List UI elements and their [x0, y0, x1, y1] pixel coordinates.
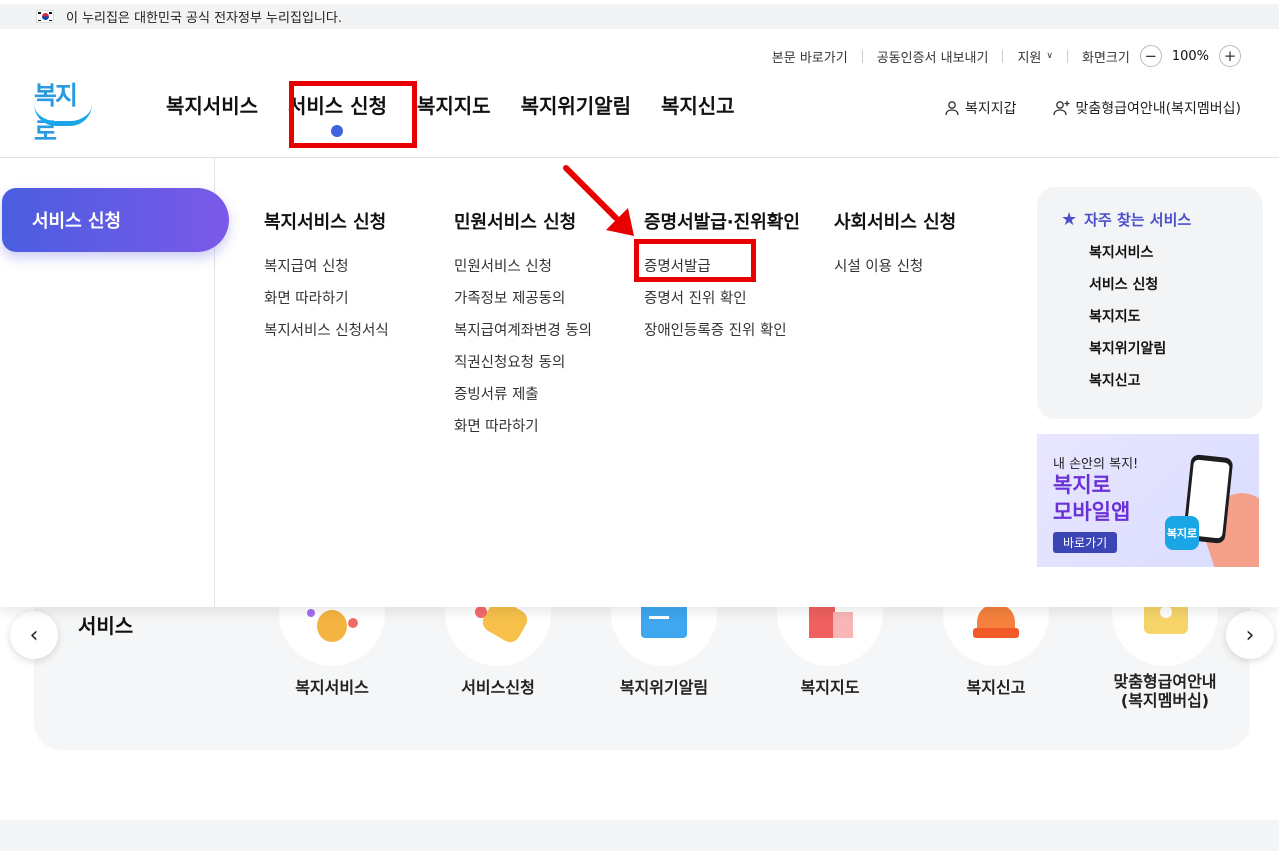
korea-flag-icon	[36, 10, 54, 23]
menu-column-title[interactable]: 사회서비스 신청	[834, 208, 956, 234]
menu-column-title[interactable]: 복지서비스 신청	[264, 208, 389, 234]
favorite-item[interactable]: 복지신고	[1089, 370, 1263, 402]
footer-band	[0, 820, 1279, 851]
site-logo[interactable]: 복지로	[30, 76, 96, 146]
menu-item[interactable]: 직권신청요청 동의	[454, 351, 592, 383]
wallet-link[interactable]: 복지지갑	[944, 98, 1017, 118]
divider	[1066, 49, 1068, 63]
favorite-item[interactable]: 복지위기알림	[1089, 338, 1263, 370]
favorite-item[interactable]: 서비스 신청	[1089, 274, 1263, 306]
zoom-out-button[interactable]: −	[1139, 45, 1162, 67]
header-links: 복지지갑 맞춤형급여안내(복지멤버십)	[908, 98, 1241, 118]
banner-title-line: 복지로	[1053, 473, 1111, 497]
favorites-title-text: 자주 찾는 서비스	[1084, 211, 1192, 229]
divider	[1002, 49, 1004, 63]
app-icon: 복지로	[1165, 516, 1199, 550]
menu-item[interactable]: 화면 따라하기	[454, 415, 592, 447]
gov-banner-text: 이 누리집은 대한민국 공식 전자정부 누리집입니다.	[66, 11, 342, 26]
service-label: 복지지도	[800, 678, 860, 697]
chevron-left-icon: ‹	[29, 622, 39, 648]
cert-export-link[interactable]: 공동인증서 내보내기	[877, 47, 989, 66]
screen-size-label: 화면크기	[1081, 50, 1130, 66]
mega-side-label[interactable]: 서비스 신청	[2, 188, 229, 252]
support-dropdown[interactable]: 지원 ∨	[1017, 47, 1053, 66]
wallet-label: 복지지갑	[964, 101, 1017, 117]
membership-link[interactable]: 맞춤형급여안내(복지멤버십)	[1052, 98, 1241, 118]
menu-item[interactable]: 증명서 진위 확인	[644, 287, 800, 319]
zoom-in-button[interactable]: +	[1219, 45, 1241, 67]
divider	[861, 49, 863, 63]
next-button[interactable]: ›	[1226, 611, 1274, 659]
menu-item[interactable]: 시설 이용 신청	[834, 255, 956, 287]
highlight-box-nav	[289, 81, 417, 148]
main-nav: 복지서비스 서비스 신청 복지지도 복지위기알림 복지신고	[166, 90, 765, 137]
zoom-value: 100%	[1171, 48, 1209, 64]
service-label: 서비스신청	[461, 678, 535, 697]
person-add-icon	[1052, 101, 1070, 116]
service-label: 복지위기알림	[619, 678, 709, 697]
menu-column-welfare-apply: 복지서비스 신청 복지급여 신청 화면 따라하기 복지서비스 신청서식	[264, 208, 389, 351]
nav-item-welfare-map[interactable]: 복지지도	[417, 90, 491, 119]
favorite-item[interactable]: 복지서비스	[1089, 242, 1263, 274]
menu-item[interactable]: 화면 따라하기	[264, 287, 389, 319]
utility-bar: 본문 바로가기 공동인증서 내보내기 지원 ∨ 화면크기 − 100% +	[772, 44, 1241, 68]
nav-item-crisis-alert[interactable]: 복지위기알림	[521, 90, 631, 119]
favorite-item[interactable]: 복지지도	[1089, 306, 1263, 338]
membership-label: 맞춤형급여안내(복지멤버십)	[1075, 101, 1241, 117]
menu-column-civil-apply: 민원서비스 신청 민원서비스 신청 가족정보 제공동의 복지급여계좌변경 동의 …	[454, 208, 592, 447]
nav-item-welfare-service[interactable]: 복지서비스	[166, 90, 258, 119]
menu-item[interactable]: 복지급여계좌변경 동의	[454, 319, 592, 351]
chevron-down-icon: ∨	[1046, 51, 1053, 61]
menu-item[interactable]: 복지급여 신청	[264, 255, 389, 287]
highlight-box-certificate	[634, 239, 756, 282]
service-label: 맞춤형급여안내 (복지멤버십)	[1113, 672, 1217, 710]
star-icon: ★	[1061, 209, 1078, 230]
banner-go-button[interactable]: 바로가기	[1053, 532, 1118, 553]
favorites-title: ★ 자주 찾는 서비스	[1061, 209, 1263, 230]
mobile-app-banner[interactable]: 내 손안의 복지! 복지로 모바일앱 바로가기 복지로	[1037, 434, 1259, 567]
chevron-right-icon: ›	[1245, 622, 1255, 648]
menu-column-title[interactable]: 증명서발급·진위확인	[644, 208, 800, 234]
gov-banner: 이 누리집은 대한민국 공식 전자정부 누리집입니다.	[0, 4, 1279, 29]
banner-title-line: 모바일앱	[1053, 500, 1131, 524]
service-label: 복지신고	[966, 678, 1026, 697]
menu-item[interactable]: 가족정보 제공동의	[454, 287, 592, 319]
menu-item[interactable]: 증빙서류 제출	[454, 383, 592, 415]
banner-tagline: 내 손안의 복지!	[1053, 457, 1139, 472]
menu-column-social-service: 사회서비스 신청 시설 이용 신청	[834, 208, 956, 287]
favorites-panel: ★ 자주 찾는 서비스 복지서비스 서비스 신청 복지지도 복지위기알림 복지신…	[1037, 187, 1263, 419]
person-icon	[945, 101, 959, 116]
annotation-arrow-icon	[563, 165, 634, 236]
menu-item[interactable]: 복지서비스 신청서식	[264, 319, 389, 351]
banner-title: 복지로 모바일앱	[1053, 472, 1130, 526]
nav-item-report[interactable]: 복지신고	[661, 90, 735, 119]
support-label: 지원	[1017, 50, 1042, 66]
prev-button[interactable]: ‹	[10, 611, 58, 659]
menu-item[interactable]: 장애인등록증 진위 확인	[644, 319, 800, 351]
service-label: 복지서비스	[295, 678, 369, 697]
services-title: 서비스	[78, 614, 134, 638]
menu-item[interactable]: 민원서비스 신청	[454, 255, 592, 287]
skip-link[interactable]: 본문 바로가기	[772, 47, 848, 66]
